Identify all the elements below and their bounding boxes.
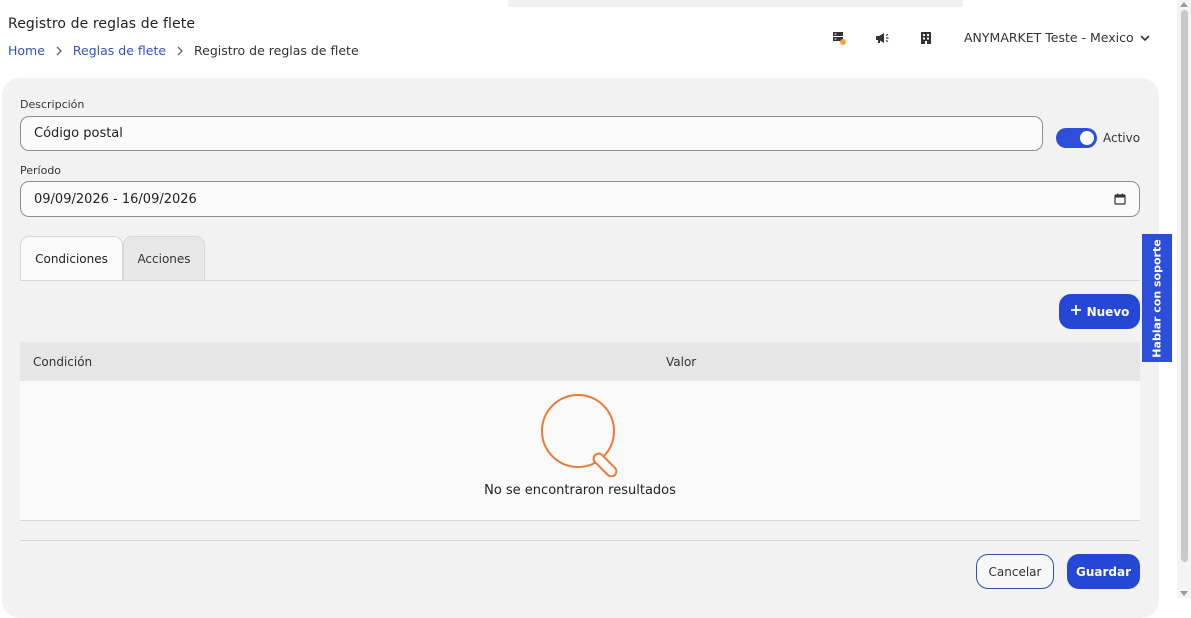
description-input[interactable]: Código postal xyxy=(20,116,1043,151)
new-button[interactable]: Nuevo xyxy=(1059,294,1140,329)
column-header-valor: Valor xyxy=(666,355,697,369)
account-name: ANYMARKET Teste - Mexico xyxy=(964,30,1134,45)
footer-divider xyxy=(20,540,1140,541)
column-header-condicion: Condición xyxy=(33,355,93,369)
plus-icon xyxy=(1070,304,1082,319)
server-notification-icon[interactable] xyxy=(830,29,848,47)
chevron-down-icon xyxy=(1140,30,1150,45)
account-selector[interactable]: ANYMARKET Teste - Mexico xyxy=(964,30,1150,45)
chevron-right-icon xyxy=(55,46,63,56)
table-header: Condición Valor xyxy=(20,342,1140,381)
new-button-label: Nuevo xyxy=(1086,304,1130,319)
calendar-icon[interactable] xyxy=(1114,193,1126,209)
breadcrumb-parent-link[interactable]: Reglas de flete xyxy=(73,43,166,58)
support-chat-tab[interactable]: Hablar con soporte xyxy=(1142,234,1172,362)
top-strip xyxy=(508,0,963,7)
tab-acciones[interactable]: Acciones xyxy=(123,236,205,280)
megaphone-icon[interactable] xyxy=(873,29,891,47)
save-button[interactable]: Guardar xyxy=(1067,554,1140,589)
breadcrumb: Home Reglas de flete Registro de reglas … xyxy=(8,43,359,58)
active-toggle[interactable] xyxy=(1056,128,1097,148)
cancel-button[interactable]: Cancelar xyxy=(976,554,1054,589)
chevron-right-icon xyxy=(176,46,184,56)
breadcrumb-current: Registro de reglas de flete xyxy=(194,43,359,58)
scroll-up-arrow-icon[interactable] xyxy=(1180,2,1188,7)
description-value: Código postal xyxy=(34,126,123,141)
empty-message: No se encontraron resultados xyxy=(484,483,676,498)
toggle-knob xyxy=(1080,131,1094,145)
table-body: No se encontraron resultados xyxy=(20,381,1140,521)
page-title: Registro de reglas de flete xyxy=(8,16,196,32)
tab-condiciones[interactable]: Condiciones xyxy=(20,236,123,280)
breadcrumb-home-link[interactable]: Home xyxy=(8,43,45,58)
period-value: 09/09/2026 - 16/09/2026 xyxy=(34,191,197,207)
support-tab-label: Hablar con soporte xyxy=(1150,238,1164,358)
empty-search-icon xyxy=(538,391,622,481)
period-input[interactable]: 09/09/2026 - 16/09/2026 xyxy=(20,181,1140,217)
scroll-down-arrow-icon[interactable] xyxy=(1180,591,1188,596)
active-label: Activo xyxy=(1103,131,1141,145)
building-icon[interactable] xyxy=(917,29,935,47)
tab-bar: Condiciones Acciones xyxy=(20,236,205,280)
vertical-scrollbar[interactable] xyxy=(1177,0,1191,598)
period-label: Período xyxy=(20,164,62,177)
scrollbar-thumb[interactable] xyxy=(1181,10,1188,562)
description-label: Descripción xyxy=(20,98,85,111)
tab-underline xyxy=(20,280,1140,281)
